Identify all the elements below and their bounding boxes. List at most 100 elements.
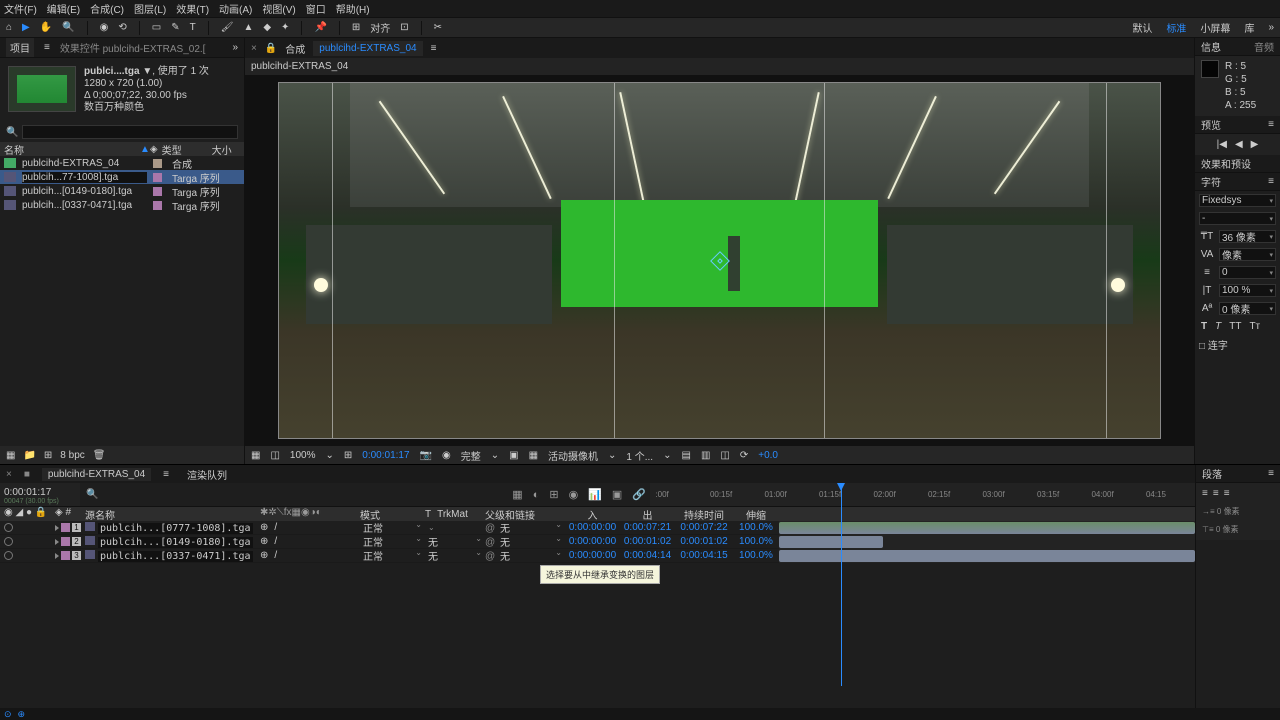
project-tab[interactable]: 项目 bbox=[6, 38, 34, 57]
graph-editor-icon[interactable]: 📊 bbox=[588, 488, 602, 501]
comp-tab[interactable]: publcihd-EXTRAS_04 bbox=[313, 41, 422, 56]
layer-clip[interactable] bbox=[779, 536, 883, 548]
label-color[interactable] bbox=[61, 551, 70, 560]
menu-anim[interactable]: 动画(A) bbox=[219, 1, 252, 16]
lock-icon[interactable]: 🔒 bbox=[265, 43, 277, 54]
align-right-icon[interactable]: ≡ bbox=[1224, 487, 1230, 500]
blend-mode-dropdown[interactable]: 正常 bbox=[360, 548, 425, 563]
timeline-layer[interactable]: 2 publcih...[0149-0180].tga ⊕/ 正常 无 @无 0… bbox=[0, 535, 1195, 549]
timeline-tab[interactable]: publcihd-EXTRAS_04 bbox=[42, 468, 151, 481]
timeline-layer[interactable]: 3 publcih...[0337-0471].tga ⊕/ 正常 无 @无 0… bbox=[0, 549, 1195, 563]
col-mode[interactable]: 模式 bbox=[360, 507, 425, 521]
stretch[interactable]: 100.0% bbox=[733, 550, 779, 561]
out-point[interactable]: 0:00:04:14 bbox=[620, 550, 675, 561]
leading-dropdown[interactable]: 像素 bbox=[1219, 248, 1276, 261]
trkmat-dropdown[interactable] bbox=[425, 523, 485, 532]
col-type[interactable]: 类型 bbox=[158, 142, 208, 157]
interpret-icon[interactable]: ▦ bbox=[6, 450, 15, 461]
new-comp-icon[interactable]: ⊞ bbox=[44, 450, 52, 461]
baseline-dropdown[interactable]: 0 像素 bbox=[1219, 302, 1276, 315]
expand-icon[interactable] bbox=[55, 553, 59, 559]
duration[interactable]: 0:00:07:22 bbox=[675, 522, 733, 533]
visibility-toggle[interactable] bbox=[4, 537, 13, 546]
composition-viewer[interactable] bbox=[245, 75, 1194, 446]
font-family-dropdown[interactable]: Fixedsys bbox=[1199, 194, 1276, 207]
type-tool-icon[interactable]: T bbox=[190, 22, 196, 33]
project-item[interactable]: publcih...77-1008].tgaTarga 序列 bbox=[0, 170, 244, 184]
rotate-tool-icon[interactable]: ⟲ bbox=[118, 22, 126, 33]
search-tool-icon[interactable]: ✂ bbox=[434, 22, 442, 33]
ws-default[interactable]: 默认 bbox=[1132, 20, 1152, 35]
brush-tool-icon[interactable]: 🖌 bbox=[221, 22, 234, 33]
res-auto-icon[interactable]: ⊞ bbox=[344, 450, 352, 461]
status-icon-1[interactable]: ⊙ bbox=[4, 709, 12, 720]
kerning-dropdown[interactable]: 0 bbox=[1219, 266, 1276, 279]
italic-button[interactable]: T bbox=[1215, 321, 1221, 332]
duration[interactable]: 0:00:01:02 bbox=[675, 536, 733, 547]
timeline-layer[interactable]: 1 publcih...[0777-1008].tga ⊕/ 正常 @无 0:0… bbox=[0, 521, 1195, 535]
render-queue-tab[interactable]: 渲染队列 bbox=[181, 466, 233, 483]
draft3d-icon[interactable]: ▣ bbox=[612, 488, 622, 501]
col-source[interactable]: 源名称 bbox=[85, 507, 260, 521]
pin-tool-icon[interactable]: 📌 bbox=[314, 22, 326, 33]
sort-icon[interactable]: ▲ bbox=[140, 144, 150, 155]
in-point[interactable]: 0:00:00:00 bbox=[565, 536, 620, 547]
menu-window[interactable]: 窗口 bbox=[306, 1, 326, 16]
in-point[interactable]: 0:00:00:00 bbox=[565, 522, 620, 533]
in-point[interactable]: 0:00:00:00 bbox=[565, 550, 620, 561]
hand-tool-icon[interactable]: ✋ bbox=[40, 22, 52, 33]
tabs-overflow-icon[interactable]: » bbox=[232, 42, 238, 53]
col-size[interactable]: 大小 bbox=[208, 142, 236, 157]
paragraph-tab[interactable]: 段落 bbox=[1202, 466, 1222, 481]
comp-mini-icon[interactable]: ▦ bbox=[512, 488, 522, 501]
local-axis-icon[interactable]: ⊞ bbox=[352, 22, 360, 33]
timecode[interactable]: 0:00:01:17 bbox=[362, 450, 409, 461]
tl-lock-icon[interactable]: ■ bbox=[24, 469, 30, 480]
trkmat-dropdown[interactable]: 无 bbox=[425, 548, 485, 563]
col-stretch[interactable]: 伸缩 bbox=[733, 507, 779, 521]
time-ruler[interactable]: :00f00:15f01:00f01:15f02:00f02:15f03:00f… bbox=[650, 483, 1195, 506]
resolution-dropdown[interactable]: 完整 bbox=[461, 448, 481, 463]
menu-help[interactable]: 帮助(H) bbox=[336, 1, 370, 16]
trkmat-dropdown[interactable]: 无 bbox=[425, 534, 485, 549]
info-tab[interactable]: 信息 bbox=[1201, 39, 1221, 54]
project-item[interactable]: publcih...[0337-0471].tgaTarga 序列 bbox=[0, 198, 244, 212]
snapshot-icon[interactable]: 📷 bbox=[420, 450, 432, 461]
snap-label[interactable]: 对齐 bbox=[370, 20, 390, 35]
project-list[interactable]: publcihd-EXTRAS_04合成publcih...77-1008].t… bbox=[0, 156, 244, 446]
stamp-tool-icon[interactable]: ▲ bbox=[243, 22, 253, 33]
pickwhip-icon[interactable]: @ bbox=[485, 537, 495, 547]
col-in[interactable]: 入 bbox=[565, 507, 620, 521]
expand-icon[interactable] bbox=[55, 539, 59, 545]
rect-tool-icon[interactable]: ▭ bbox=[152, 22, 161, 33]
exposure-value[interactable]: +0.0 bbox=[758, 450, 778, 461]
current-time[interactable]: 0:00:01:17 bbox=[4, 487, 76, 498]
shy-icon[interactable]: ◐ bbox=[533, 489, 540, 501]
ws-more-icon[interactable]: » bbox=[1268, 22, 1274, 33]
exposure-reset-icon[interactable]: ⟳ bbox=[740, 450, 748, 461]
roto-tool-icon[interactable]: ✦ bbox=[281, 22, 289, 33]
menu-edit[interactable]: 编辑(E) bbox=[47, 1, 80, 16]
status-icon-2[interactable]: ⊕ bbox=[18, 709, 26, 720]
col-parent[interactable]: 父级和链接 bbox=[485, 507, 565, 521]
smallcaps-button[interactable]: Tᴛ bbox=[1249, 321, 1260, 332]
col-trkmat[interactable]: TrkMat bbox=[437, 509, 468, 520]
flowchart-icon[interactable]: ◫ bbox=[720, 450, 729, 461]
menu-comp[interactable]: 合成(C) bbox=[90, 1, 124, 16]
preview-prev-icon[interactable]: ◀ bbox=[1235, 138, 1243, 151]
char-tab[interactable]: 字符 bbox=[1201, 174, 1221, 189]
alpha-icon[interactable]: ▦ bbox=[251, 450, 260, 461]
preview-first-icon[interactable]: |◀ bbox=[1217, 138, 1227, 151]
col-dur[interactable]: 持续时间 bbox=[675, 507, 733, 521]
camera-dropdown[interactable]: 活动摄像机 bbox=[548, 448, 598, 463]
menu-effect[interactable]: 效果(T) bbox=[176, 1, 209, 16]
tab-close-icon[interactable]: × bbox=[251, 43, 257, 54]
comp-menu-icon[interactable]: ≡ bbox=[431, 43, 437, 54]
visibility-toggle[interactable] bbox=[4, 523, 13, 532]
trash-icon[interactable]: 🗑 bbox=[93, 450, 106, 461]
parent-dropdown[interactable]: 无 bbox=[497, 534, 565, 549]
visibility-toggle[interactable] bbox=[4, 551, 13, 560]
snap-toggle-icon[interactable]: ⊡ bbox=[400, 22, 408, 33]
stretch[interactable]: 100.0% bbox=[733, 536, 779, 547]
pen-tool-icon[interactable]: ✎ bbox=[171, 22, 179, 33]
